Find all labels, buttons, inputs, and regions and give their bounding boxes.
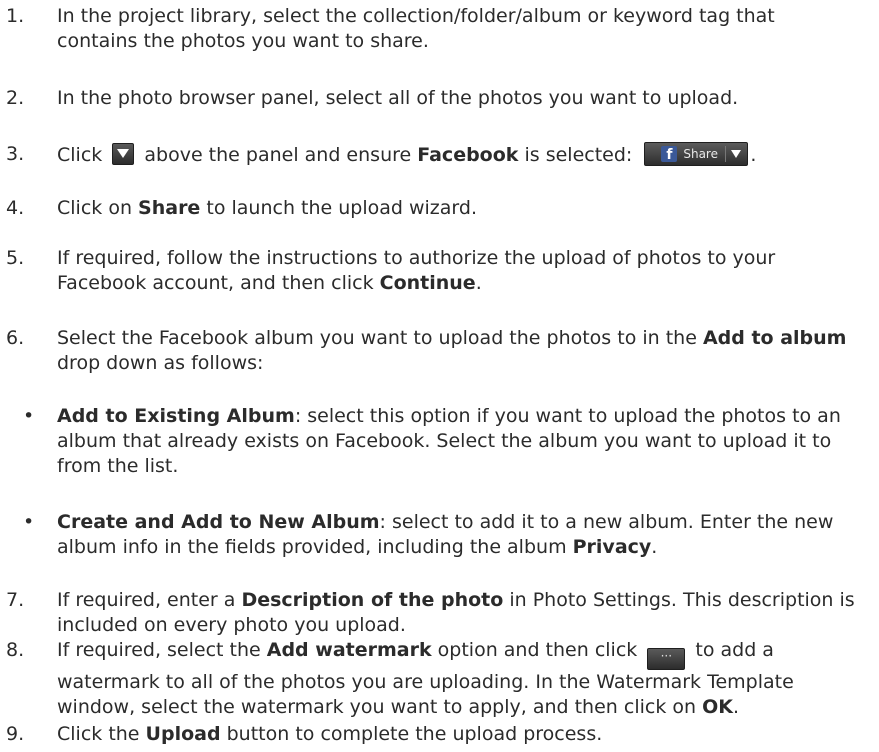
step-number: 8. xyxy=(6,639,25,661)
step-text: Click on Share to launch the upload wiza… xyxy=(57,197,478,219)
chevron-down-icon xyxy=(731,150,742,158)
step-number: 2. xyxy=(6,87,25,109)
facebook-label: Facebook xyxy=(417,144,519,166)
step-number: 1. xyxy=(6,5,25,27)
step-number: 3. xyxy=(6,143,25,165)
step-text: If required, enter a Description of the … xyxy=(57,589,855,636)
share-label: Share xyxy=(683,147,718,161)
bullet-text: Add to Existing Album: select this optio… xyxy=(57,405,841,477)
share-divider xyxy=(725,146,727,162)
step-number: 4. xyxy=(6,197,25,219)
step-text: In the project library, select the colle… xyxy=(57,5,775,52)
bullet-dot: • xyxy=(23,405,35,427)
bullet-dot: • xyxy=(23,511,35,533)
step-text: Click above the panel and ensure Faceboo… xyxy=(57,142,757,166)
more-options-icon: ··· xyxy=(647,648,686,670)
facebook-icon: f xyxy=(661,146,678,163)
step-number: 5. xyxy=(6,247,25,269)
step-text: If required, follow the instructions to … xyxy=(57,247,776,294)
step-text: In the photo browser panel, select all o… xyxy=(57,87,739,109)
step-number: 6. xyxy=(6,327,25,349)
step-text: If required, select the Add watermark op… xyxy=(57,639,794,718)
dropdown-arrow-icon xyxy=(112,143,135,165)
bullet-text: Create and Add to New Album: select to a… xyxy=(57,511,834,558)
step-number: 9. xyxy=(6,723,25,745)
step-text: Click the Upload button to complete the … xyxy=(57,723,603,745)
step-text: Select the Facebook album you want to up… xyxy=(57,327,847,374)
facebook-share-button-image: f Share xyxy=(644,142,749,166)
step-number: 7. xyxy=(6,589,25,611)
